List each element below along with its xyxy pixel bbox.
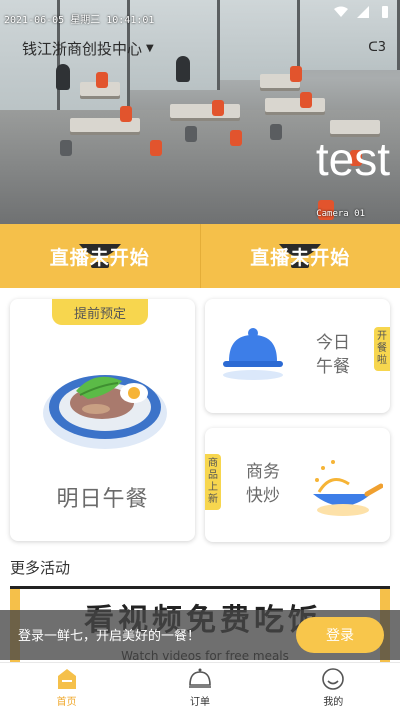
- camera-scene-chair: [96, 72, 108, 88]
- login-button[interactable]: 登录: [296, 617, 384, 653]
- bottom-tab-bar: 首页 订单 我的: [0, 662, 400, 711]
- live-button-label: 直播未开始: [250, 246, 351, 269]
- camera-scene-chair: [120, 106, 132, 122]
- today-lunch-title: 今日 午餐: [313, 331, 353, 379]
- camera-scene-chair: [300, 92, 312, 108]
- live-status-row: 直播未开始 直播未开始: [0, 224, 400, 288]
- wok-icon: [313, 460, 383, 516]
- profile-icon: [322, 667, 345, 690]
- tab-home-label: 首页: [56, 696, 77, 708]
- battery-icon: [382, 6, 388, 18]
- open-tag: 开餐啦: [374, 327, 390, 371]
- camera-scene-person: [56, 64, 70, 90]
- login-prompt-bar: 登录一鲜七，开启美好的一餐！ 登录: [0, 610, 400, 660]
- signal-icon: [357, 6, 369, 18]
- tab-profile[interactable]: 我的: [267, 663, 400, 711]
- tab-home[interactable]: 首页: [0, 663, 133, 711]
- login-prompt-text: 登录一鲜七，开启美好的一餐！: [18, 629, 201, 644]
- today-lunch-title-line1: 今日: [316, 333, 350, 353]
- tab-profile-label: 我的: [323, 696, 344, 708]
- camera-overlay-label: test: [315, 133, 390, 185]
- live-button-1[interactable]: 直播未开始: [0, 224, 201, 288]
- location-name: 钱江浙商创投中心: [22, 40, 143, 58]
- business-stirfry-card[interactable]: 商品上新 商务 快炒: [205, 428, 390, 542]
- camera-scene-person: [176, 56, 190, 82]
- tomorrow-lunch-title: 明日午餐: [56, 487, 149, 512]
- stirfry-title-line1: 商务: [246, 462, 280, 482]
- today-lunch-title-line2: 午餐: [316, 357, 350, 377]
- camera-scene-chair: [270, 124, 282, 140]
- status-icons: [334, 6, 392, 18]
- camera-scene-table: [265, 98, 325, 112]
- stirfry-title-line2: 快炒: [246, 486, 280, 506]
- preorder-badge: 提前预定: [52, 299, 148, 325]
- camera-scene-chair: [60, 140, 72, 156]
- camera-scene-chair: [230, 130, 242, 146]
- chevron-down-icon: ▼: [146, 43, 154, 54]
- cloche-icon: [223, 328, 283, 380]
- camera-switch-icon[interactable]: ᑕ3: [368, 40, 386, 55]
- camera-feed[interactable]: 2021-06-05 星期三 10:41:01 钱江浙商创投中心 ▼ ᑕ3 te…: [0, 0, 400, 224]
- stirfry-title: 商务 快炒: [243, 460, 283, 508]
- live-button-2[interactable]: 直播未开始: [201, 224, 400, 288]
- camera-scene-window: [220, 0, 300, 80]
- wifi-icon: [334, 6, 348, 17]
- today-lunch-card[interactable]: 今日 午餐 开餐啦: [205, 299, 390, 413]
- order-icon: [188, 668, 211, 688]
- new-product-tag: 商品上新: [205, 454, 221, 510]
- more-activities-title: 更多活动: [10, 559, 71, 577]
- camera-scene-chair: [290, 66, 302, 82]
- camera-scene-chair: [212, 100, 224, 116]
- meal-plate-icon: [43, 375, 167, 449]
- camera-scene-table: [170, 104, 240, 118]
- location-selector[interactable]: 钱江浙商创投中心 ▼: [22, 38, 154, 59]
- camera-timestamp: 2021-06-05 星期三 10:41:01: [4, 15, 155, 26]
- tab-orders[interactable]: 订单: [133, 663, 266, 711]
- tomorrow-lunch-card[interactable]: 提前预定 明日午餐: [10, 299, 195, 541]
- camera-scene-chair: [150, 140, 162, 156]
- home-icon: [57, 668, 76, 689]
- camera-caption: Camera 01: [316, 209, 365, 219]
- camera-scene-chair: [185, 126, 197, 142]
- live-button-label: 直播未开始: [49, 246, 150, 269]
- tab-orders-label: 订单: [189, 696, 210, 708]
